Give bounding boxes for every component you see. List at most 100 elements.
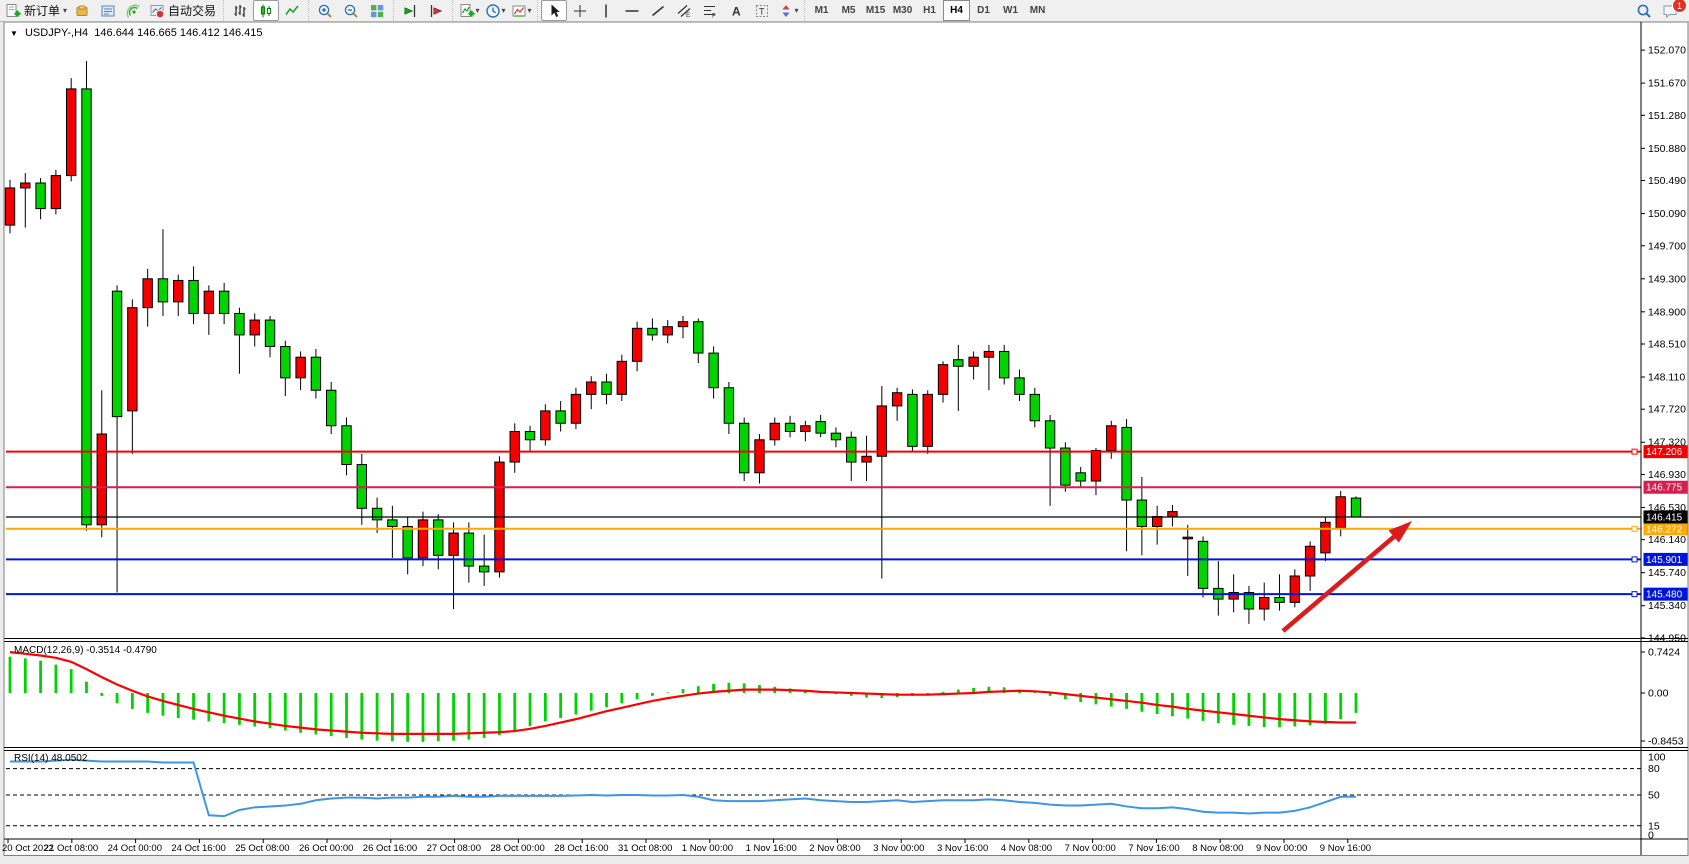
new-order-button[interactable]: 新订单▾ [3,0,69,21]
candle-body [449,533,458,555]
trendline-button[interactable] [645,0,671,21]
svg-text:3 Nov 16:00: 3 Nov 16:00 [937,843,988,854]
candlestick-chart-button[interactable] [253,0,279,21]
timeframe-h1-button[interactable]: H1 [916,0,943,21]
zoom-out-button[interactable] [338,0,364,21]
chart-window[interactable]: 147.206146.775146.272145.901145.480146.4… [0,21,1689,864]
zoom-in-icon [317,3,333,19]
line-handle[interactable] [1632,449,1637,454]
timeframe-m1-button[interactable]: M1 [808,0,835,21]
svg-text:146.415: 146.415 [1646,512,1683,523]
svg-text:4 Nov 08:00: 4 Nov 08:00 [1001,843,1052,854]
dropdown-arrow-icon[interactable]: ▾ [476,6,480,15]
svg-text:A: A [732,4,741,18]
signals-button[interactable] [121,0,147,21]
timeframe-m5-button[interactable]: M5 [835,0,862,21]
svg-text:24 Oct 16:00: 24 Oct 16:00 [171,843,225,854]
candle-body [219,291,228,313]
arrows-button[interactable]: ▾ [775,0,801,21]
templates-button[interactable]: ▾ [508,0,534,21]
periods-button[interactable]: ▾ [482,0,508,21]
svg-text:0.7424: 0.7424 [1648,647,1680,659]
timeframe-d1-button[interactable]: D1 [970,0,997,21]
line-handle[interactable] [1632,557,1637,562]
svg-text:80: 80 [1648,763,1660,775]
candle-body [464,533,473,566]
candle-body [801,426,810,432]
line-handle[interactable] [1632,526,1637,531]
channel-button[interactable]: E [671,0,697,21]
candle-body [1015,378,1024,395]
timeframe-h4-button[interactable]: H4 [943,0,970,21]
candle-body [816,422,825,434]
crosshair-button[interactable] [567,0,593,21]
auto-scroll-button[interactable] [397,0,423,21]
timeframe-m30-button[interactable]: M30 [889,0,916,21]
svg-text:7 Nov 16:00: 7 Nov 16:00 [1128,843,1179,854]
svg-text:145.901: 145.901 [1646,555,1683,566]
candle-body [97,434,106,525]
ohlc-values: 146.644 146.665 146.412 146.415 [94,27,262,39]
auto-trading-button[interactable]: 自动交易 [147,0,220,21]
candle-body [21,183,30,188]
candle-body [1045,421,1054,448]
text-label-button[interactable]: T [749,0,775,21]
svg-text:145.740: 145.740 [1648,567,1686,579]
indicators-button[interactable]: ▾ [456,0,482,21]
dropdown-arrow-icon[interactable]: ▾ [63,6,67,15]
trading-terminal: { "toolbar": { "new_order_label": "新订单",… [0,0,1689,864]
line-chart-button[interactable] [279,0,305,21]
candle-body [235,313,244,334]
candle-body [938,365,947,395]
chart-shift-button[interactable] [423,0,449,21]
fibonacci-button[interactable]: F [697,0,723,21]
notifications-button[interactable]: 1 [1657,0,1683,21]
candle-body [847,437,856,462]
svg-text:144.950: 144.950 [1648,632,1686,644]
candle-body [327,390,336,426]
candle-body [1107,426,1116,451]
candle-body [694,322,703,353]
candle-body [1305,546,1314,576]
auto-trading-icon [149,3,165,19]
candle-body [265,320,274,346]
timeframe-mn-button[interactable]: MN [1024,0,1051,21]
horizontal-line-button[interactable] [619,0,645,21]
text-button[interactable]: A [723,0,749,21]
market-watch-button[interactable] [95,0,121,21]
candle-body [709,353,718,388]
candle-body [724,388,733,424]
dropdown-arrow-icon[interactable]: ▾ [502,6,506,15]
svg-text:9 Nov 00:00: 9 Nov 00:00 [1256,843,1307,854]
timeframe-m15-button[interactable]: M15 [862,0,889,21]
svg-text:-0.8453: -0.8453 [1648,736,1684,748]
candle-body [66,89,75,176]
svg-text:148.510: 148.510 [1648,339,1686,351]
history-center-button[interactable] [69,0,95,21]
svg-text:7 Nov 00:00: 7 Nov 00:00 [1065,843,1116,854]
candle-body [739,423,748,473]
chart-canvas[interactable]: 147.206146.775146.272145.901145.480146.4… [0,21,1689,864]
line-handle[interactable] [1632,592,1637,597]
zoom-in-button[interactable] [312,0,338,21]
cursor-button[interactable] [541,0,567,21]
candle-body [1290,576,1299,602]
tile-windows-button[interactable] [364,0,390,21]
toolbar-group: ▾ ▾ ▾ [452,0,537,21]
svg-text:21 Oct 08:00: 21 Oct 08:00 [44,843,98,854]
candle-body [877,406,886,456]
svg-text:148.900: 148.900 [1648,306,1686,318]
chart-title: ▼ USDJPY-,H4 146.644 146.665 146.412 146… [10,27,263,39]
timeframe-w1-button[interactable]: W1 [997,0,1024,21]
svg-text:26 Oct 00:00: 26 Oct 00:00 [299,843,353,854]
search-button[interactable] [1631,0,1657,21]
candle-body [525,432,534,440]
candle-body [189,280,198,313]
svg-text:24 Oct 00:00: 24 Oct 00:00 [108,843,162,854]
dropdown-arrow-icon[interactable]: ▾ [795,6,799,15]
bar-chart-button[interactable] [227,0,253,21]
vertical-line-button[interactable] [593,0,619,21]
dropdown-arrow-icon[interactable]: ▾ [528,6,532,15]
candle-body [1137,500,1146,526]
candle-body [1336,497,1345,528]
